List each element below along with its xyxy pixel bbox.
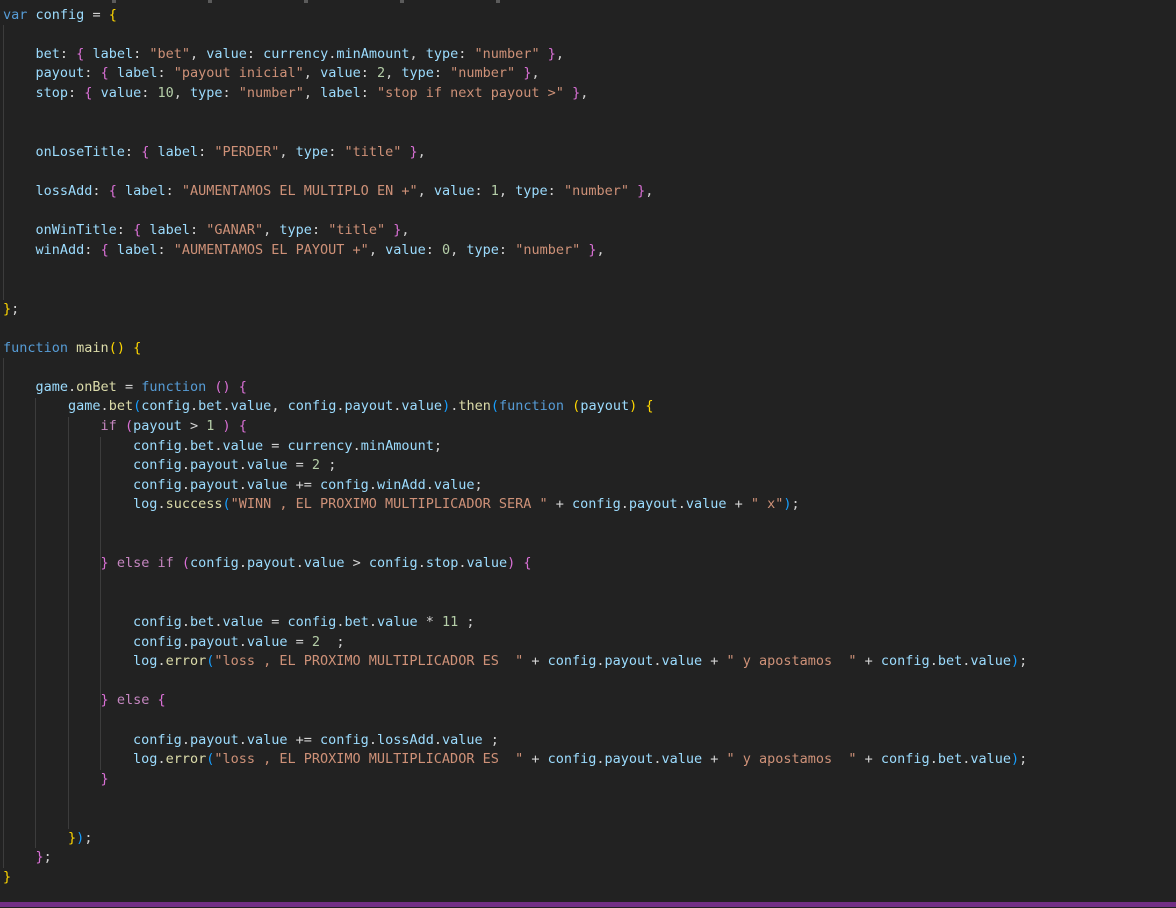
code-line[interactable]: stop: { value: 10, type: "number", label…: [3, 84, 1176, 104]
code-line[interactable]: config.bet.value = currency.minAmount;: [3, 437, 1176, 457]
code-line[interactable]: } else if (config.payout.value > config.…: [3, 554, 1176, 574]
code-line[interactable]: lossAdd: { label: "AUMENTAMOS EL MULTIPL…: [3, 182, 1176, 202]
code-line[interactable]: config.payout.value += config.winAdd.val…: [3, 476, 1176, 496]
code-line[interactable]: [3, 260, 1176, 280]
code-line[interactable]: [3, 535, 1176, 555]
code-line[interactable]: };: [3, 300, 1176, 320]
code-line[interactable]: [3, 358, 1176, 378]
code-editor[interactable]: var config = { bet: { label: "bet", valu…: [0, 0, 1176, 908]
code-line[interactable]: } else {: [3, 691, 1176, 711]
code-lines: var config = { bet: { label: "bet", valu…: [3, 0, 1176, 887]
code-line[interactable]: [3, 25, 1176, 45]
code-line[interactable]: var config = {: [3, 6, 1176, 26]
code-line[interactable]: [3, 515, 1176, 535]
code-line[interactable]: [3, 162, 1176, 182]
code-line[interactable]: [3, 574, 1176, 594]
code-line[interactable]: config.payout.value += config.lossAdd.va…: [3, 731, 1176, 751]
code-line[interactable]: [3, 319, 1176, 339]
code-line[interactable]: });: [3, 829, 1176, 849]
code-line[interactable]: payout: { label: "payout inicial", value…: [3, 64, 1176, 84]
code-line[interactable]: config.bet.value = config.bet.value * 11…: [3, 613, 1176, 633]
code-line[interactable]: };: [3, 848, 1176, 868]
code-line[interactable]: if (payout > 1 ) {: [3, 417, 1176, 437]
code-line[interactable]: log.success("WINN , EL PROXIMO MULTIPLIC…: [3, 495, 1176, 515]
code-line[interactable]: [3, 104, 1176, 124]
code-line[interactable]: winAdd: { label: "AUMENTAMOS EL PAYOUT +…: [3, 241, 1176, 261]
code-line[interactable]: function main() {: [3, 339, 1176, 359]
code-line[interactable]: [3, 202, 1176, 222]
code-line[interactable]: onWinTitle: { label: "GANAR", type: "tit…: [3, 221, 1176, 241]
code-line[interactable]: }: [3, 868, 1176, 888]
panel-divider-sash[interactable]: [0, 902, 1176, 907]
code-line[interactable]: game.bet(config.bet.value, config.payout…: [3, 397, 1176, 417]
code-line[interactable]: }: [3, 770, 1176, 790]
code-line[interactable]: log.error("loss , EL PROXIMO MULTIPLICAD…: [3, 652, 1176, 672]
code-line[interactable]: onLoseTitle: { label: "PERDER", type: "t…: [3, 143, 1176, 163]
code-line[interactable]: [3, 123, 1176, 143]
code-line[interactable]: [3, 672, 1176, 692]
code-line[interactable]: bet: { label: "bet", value: currency.min…: [3, 45, 1176, 65]
code-line[interactable]: [3, 711, 1176, 731]
code-line[interactable]: log.error("loss , EL PROXIMO MULTIPLICAD…: [3, 750, 1176, 770]
code-line[interactable]: [3, 280, 1176, 300]
code-line[interactable]: [3, 789, 1176, 809]
code-line[interactable]: config.payout.value = 2 ;: [3, 456, 1176, 476]
code-line[interactable]: [3, 809, 1176, 829]
code-line[interactable]: [3, 593, 1176, 613]
code-line[interactable]: game.onBet = function () {: [3, 378, 1176, 398]
code-line[interactable]: config.payout.value = 2 ;: [3, 633, 1176, 653]
